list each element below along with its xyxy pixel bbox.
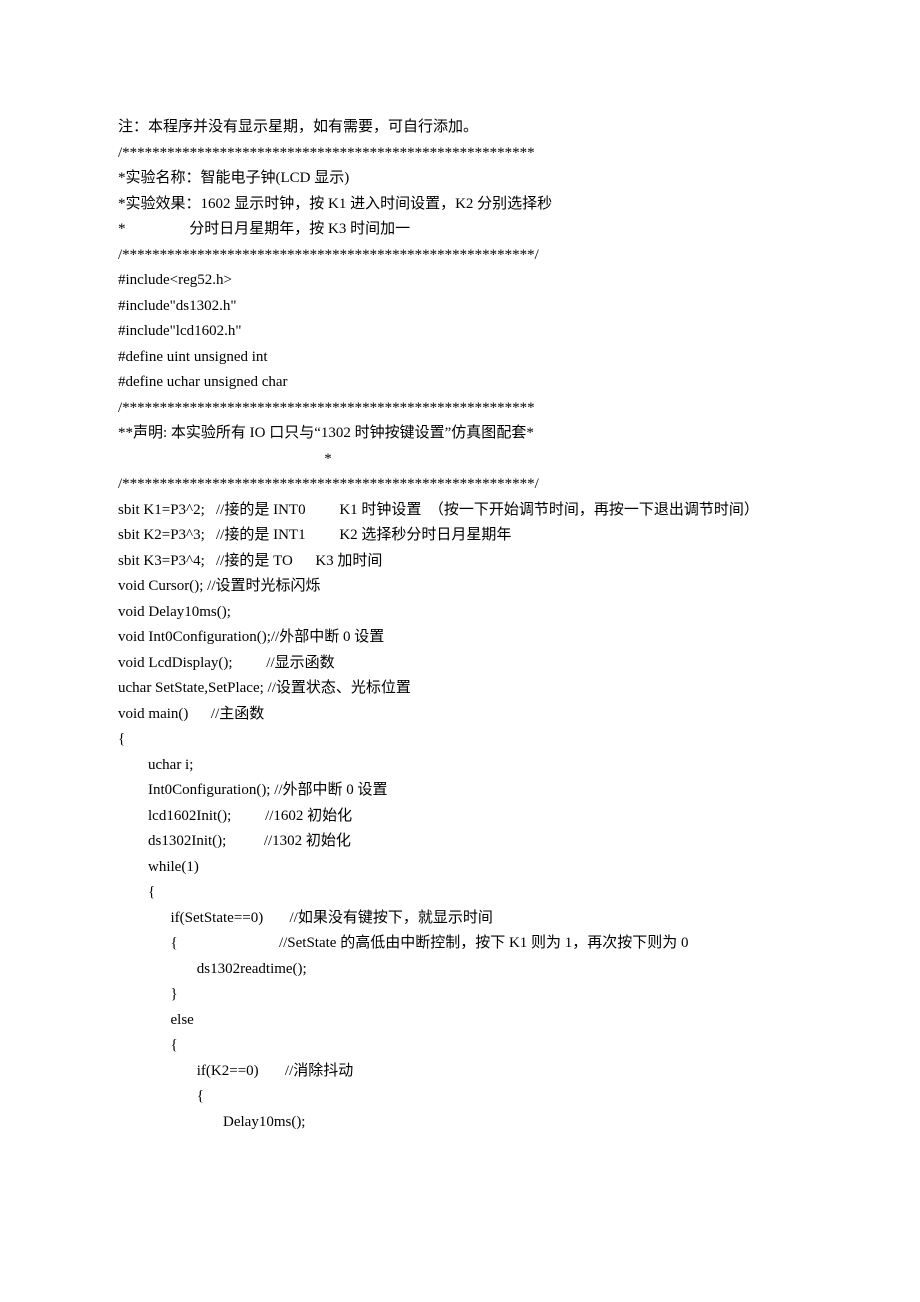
code-line: if(K2==0) //消除抖动 [118, 1059, 802, 1085]
code-line: **声明: 本实验所有 IO 口只与“1302 时钟按键设置”仿真图配套* [118, 421, 802, 447]
code-line: #include"ds1302.h" [118, 294, 802, 320]
code-line: sbit K3=P3^4; //接的是 TO K3 加时间 [118, 549, 802, 575]
code-line: lcd1602Init(); //1602 初始化 [118, 804, 802, 830]
code-line: /***************************************… [118, 243, 802, 269]
code-line: { //SetState 的高低由中断控制，按下 K1 则为 1，再次按下则为 … [118, 931, 802, 957]
code-line: { [118, 1084, 802, 1110]
code-line: /***************************************… [118, 472, 802, 498]
code-line: ds1302readtime(); [118, 957, 802, 983]
code-line: sbit K1=P3^2; //接的是 INT0 K1 时钟设置 （按一下开始调… [118, 498, 802, 524]
document-page: 注：本程序并没有显示星期，如有需要，可自行添加。/***************… [0, 0, 920, 1302]
code-line: { [118, 880, 802, 906]
code-line: while(1) [118, 855, 802, 881]
code-line: * 分时日月星期年，按 K3 时间加一 [118, 217, 802, 243]
code-line: } [118, 982, 802, 1008]
code-line: * [118, 447, 802, 473]
code-line: *实验名称：智能电子钟(LCD 显示) [118, 166, 802, 192]
code-line: ds1302Init(); //1302 初始化 [118, 829, 802, 855]
code-line: 注：本程序并没有显示星期，如有需要，可自行添加。 [118, 115, 802, 141]
code-line: void Int0Configuration();//外部中断 0 设置 [118, 625, 802, 651]
code-line: uchar i; [118, 753, 802, 779]
code-line: /***************************************… [118, 396, 802, 422]
code-line: #include<reg52.h> [118, 268, 802, 294]
code-line: /***************************************… [118, 141, 802, 167]
code-line: #define uint unsigned int [118, 345, 802, 371]
code-line: Int0Configuration(); //外部中断 0 设置 [118, 778, 802, 804]
code-line: void main() //主函数 [118, 702, 802, 728]
code-line: sbit K2=P3^3; //接的是 INT1 K2 选择秒分时日月星期年 [118, 523, 802, 549]
code-line: void Delay10ms(); [118, 600, 802, 626]
code-line: if(SetState==0) //如果没有键按下，就显示时间 [118, 906, 802, 932]
code-line: uchar SetState,SetPlace; //设置状态、光标位置 [118, 676, 802, 702]
code-line: *实验效果：1602 显示时钟，按 K1 进入时间设置，K2 分别选择秒 [118, 192, 802, 218]
code-line: void LcdDisplay(); //显示函数 [118, 651, 802, 677]
code-line: else [118, 1008, 802, 1034]
code-line: void Cursor(); //设置时光标闪烁 [118, 574, 802, 600]
code-line: { [118, 727, 802, 753]
code-line: Delay10ms(); [118, 1110, 802, 1136]
code-line: { [118, 1033, 802, 1059]
code-line: #define uchar unsigned char [118, 370, 802, 396]
code-line: #include"lcd1602.h" [118, 319, 802, 345]
